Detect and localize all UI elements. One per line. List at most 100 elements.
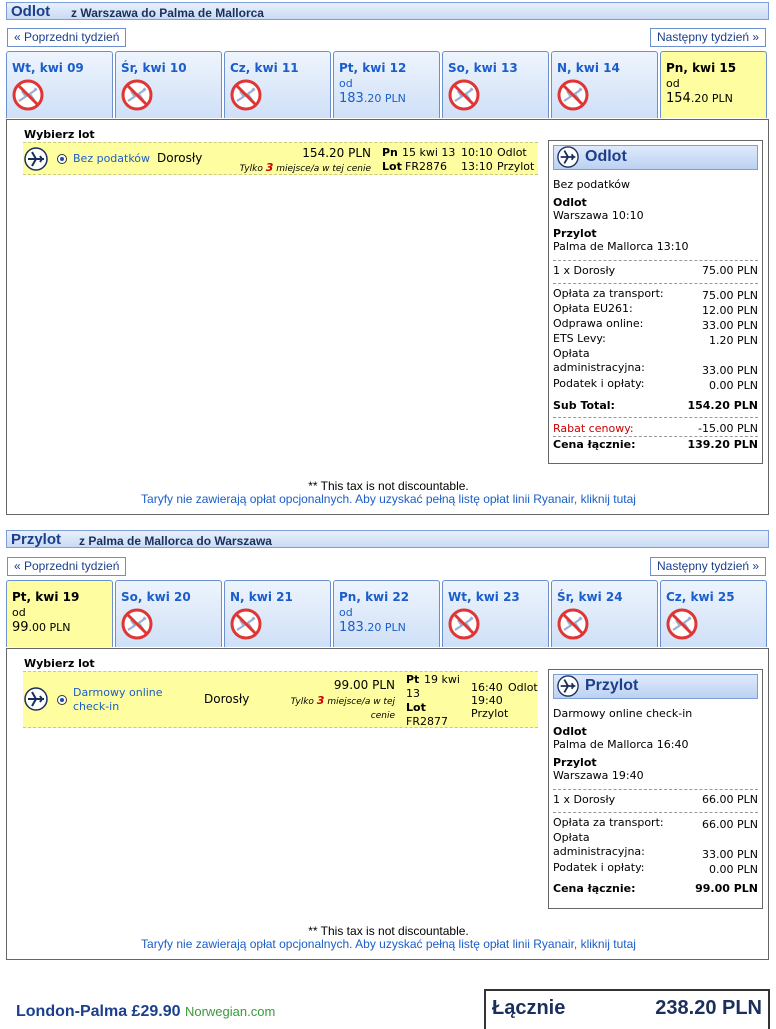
day-tab[interactable]: Wt, kwi 09 [6,51,113,118]
no-flight-icon [230,79,262,111]
divider [553,260,758,261]
day-tab-price: 183.20 PLN [339,91,406,106]
inbound-flight-number: FR2877 [406,715,448,728]
inbound-route: z Palma de Mallorca do Warszawa [79,534,272,548]
outbound-summary-title: Odlot [585,148,627,165]
inbound-summary-header: Przylot [553,674,758,699]
outbound-day-short: Pn [382,146,398,159]
day-tab-from-label: od [339,77,353,90]
inbound-summary-dep-place: Palma de Mallorca 16:40 [553,738,689,751]
day-tab[interactable]: Cz, kwi 11 [224,51,331,118]
day-tab-label: N, kwi 14 [557,61,620,75]
day-tab-label: Pn, kwi 15 [666,61,737,75]
plane-icon [557,146,579,168]
inbound-arrival-label: Przylot [471,707,509,720]
day-tab-from-label: od [12,606,26,619]
day-tab[interactable]: Pt, kwi 19 od 99.00 PLN [6,580,113,647]
outbound-title: Odlot [11,3,51,20]
day-tab[interactable]: Wt, kwi 23 [442,580,549,647]
outbound-fare-name[interactable]: Bez podatków [73,152,150,165]
outbound-arrival-time: 13:10 [461,160,493,173]
inbound-fare-name[interactable]: Darmowy online check-in [73,686,183,714]
day-tab[interactable]: N, kwi 21 [224,580,331,647]
outbound-flight-row[interactable]: Bez podatków Dorosły 154.20 PLN Tylko 3 … [23,142,538,175]
outbound-flight-number: FR2876 [405,160,447,173]
day-tab[interactable]: Pt, kwi 12 od 183.20 PLN [333,51,440,118]
day-tab[interactable]: Pn, kwi 22 od 183.20 PLN [333,580,440,647]
outbound-seats-note: Tylko 3 miejsce/a w tej cenie [239,161,371,174]
no-flight-icon [557,79,589,111]
outbound-summary-header: Odlot [553,145,758,170]
ad-brand[interactable]: Norwegian.com [185,1004,275,1019]
day-tab[interactable]: Cz, kwi 25 [660,580,767,647]
outbound-summary: Odlot Bez podatków Odlot Warszawa 10:10 … [548,140,763,464]
outbound-departure-label: Odlot [497,146,527,159]
day-tab-label: Śr, kwi 10 [121,61,187,75]
fee-row: Podatek i opłaty: 0.00 PLN [553,377,758,392]
outbound-summary-subtotal: Sub Total: 154.20 PLN [553,399,758,412]
day-tab-label: Wt, kwi 09 [12,61,84,75]
outbound-summary-arr-heading: Przylot [553,227,597,240]
inbound-arrival-time: 19:40 [471,694,503,707]
no-flight-icon [121,79,153,111]
ad-text[interactable]: London-Palma £29.90 [16,1003,181,1020]
inbound-summary-arr-place: Warszawa 19:40 [553,769,644,782]
outbound-fare-radio[interactable] [57,154,67,164]
inbound-header: Przylot z Palma de Mallorca do Warszawa [6,530,769,548]
inbound-departure-label: Odlot [508,681,538,694]
outbound-summary-total: Cena łącznie: 139.20 PLN [553,438,758,451]
day-tab-from-label: od [339,606,353,619]
day-tab-price: 183.20 PLN [339,620,406,635]
inbound-summary-pax: 1 x Dorosły 66.00 PLN [553,793,758,806]
inbound-fare-radio[interactable] [57,695,67,705]
day-tab[interactable]: Śr, kwi 10 [115,51,222,118]
outbound-summary-arr-place: Palma de Mallorca 13:10 [553,240,689,253]
grand-total-label: Łącznie [492,997,566,1019]
no-flight-icon [448,79,480,111]
inbound-flight-row[interactable]: Darmowy online check-in Dorosły 99.00 PL… [23,671,538,728]
divider [553,417,758,418]
fee-row: Odprawa online: 33.00 PLN [553,317,758,332]
inbound-next-week-button[interactable]: Następny tydzień » [650,557,767,576]
day-tab-label: N, kwi 21 [230,590,293,604]
day-tab[interactable]: N, kwi 14 [551,51,658,118]
day-tab-label: Pt, kwi 19 [12,590,80,604]
day-tab[interactable]: Śr, kwi 24 [551,580,658,647]
no-flight-icon [121,608,153,640]
day-tab-label: So, kwi 13 [448,61,518,75]
outbound-summary-fare: Bez podatków [553,178,631,191]
inbound-title: Przylot [11,531,62,548]
outbound-fees-link[interactable]: Taryfy nie zawierają opłat opcjonalnych.… [7,492,770,506]
outbound-next-week-button[interactable]: Następny tydzień » [650,28,767,47]
inbound-prev-week-button[interactable]: « Poprzedni tydzień [7,557,127,576]
outbound-header: Odlot z Warszawa do Palma de Mallorca [6,2,769,20]
day-tab[interactable]: So, kwi 13 [442,51,549,118]
day-tab-label: Pn, kwi 22 [339,590,410,604]
norwegian-ad[interactable]: London-Palma £29.90 Norwegian.com [16,1003,275,1021]
inbound-departure-time: 16:40 [471,681,503,694]
fee-row: Opłata administracyjna: 33.00 PLN [553,347,758,377]
outbound-flight-date: 15 kwi 13 [402,146,456,159]
day-tab-price: 99.00 PLN [12,620,71,635]
fee-row: Opłata administracyjna: 33.00 PLN [553,831,758,861]
outbound-prev-week-button[interactable]: « Poprzedni tydzień [7,28,127,47]
inbound-summary-total: Cena łącznie: 99.00 PLN [553,882,758,895]
outbound-tax-note: ** This tax is not discountable. [308,479,469,493]
inbound-fees-link[interactable]: Taryfy nie zawierają opłat opcjonalnych.… [7,937,770,951]
day-tab-from-label: od [666,77,680,90]
no-flight-icon [230,608,262,640]
divider [553,812,758,813]
outbound-summary-pax: 1 x Dorosły 75.00 PLN [553,264,758,277]
outbound-choose-label: Wybierz lot [24,128,95,141]
inbound-lot-label: Lot [406,701,426,714]
fee-row: ETS Levy: 1.20 PLN [553,332,758,347]
inbound-summary-title: Przylot [585,677,639,694]
inbound-flight-date: 19 kwi 13 [406,673,460,700]
day-tab-price: 154.20 PLN [666,91,733,106]
outbound-arrival-label: Przylot [497,160,535,173]
inbound-choose-label: Wybierz lot [24,657,95,670]
day-tab-label: Śr, kwi 24 [557,590,623,604]
day-tab[interactable]: Pn, kwi 15 od 154.20 PLN [660,51,767,118]
no-flight-icon [12,79,44,111]
day-tab[interactable]: So, kwi 20 [115,580,222,647]
